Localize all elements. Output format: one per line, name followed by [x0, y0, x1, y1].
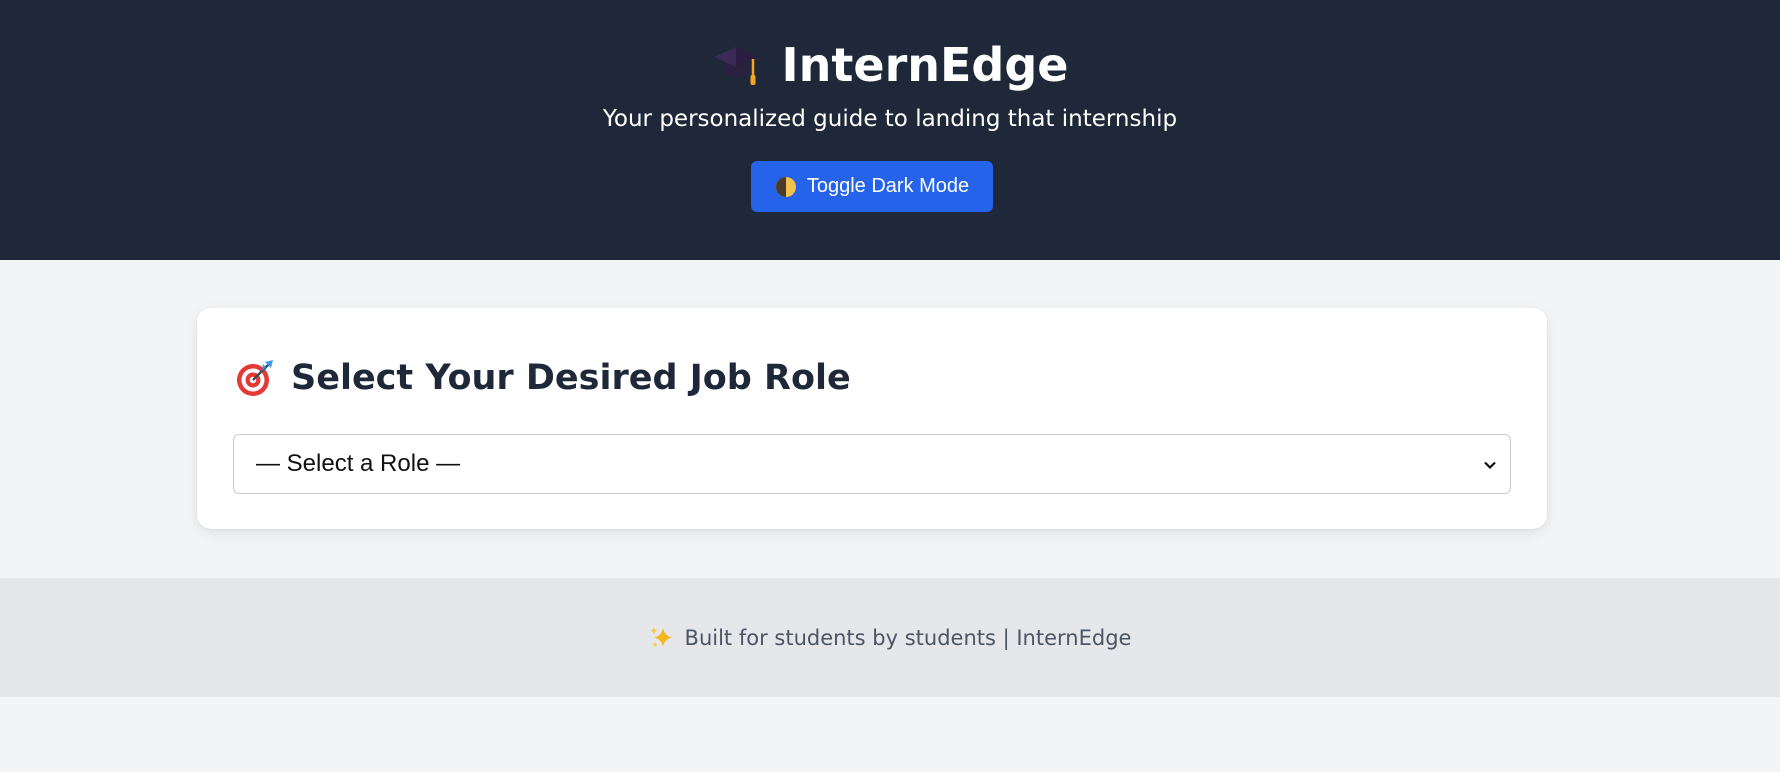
sparkle-icon — [649, 625, 675, 651]
role-selection-card: Select Your Desired Job Role — Select a … — [197, 308, 1547, 529]
target-icon — [235, 358, 275, 398]
app-title: InternEdge — [781, 38, 1069, 92]
toggle-dark-mode-button[interactable]: Toggle Dark Mode — [751, 161, 993, 212]
footer: Built for students by students | InternE… — [0, 578, 1780, 697]
page: InternEdge Your personalized guide to la… — [0, 0, 1780, 772]
header: InternEdge Your personalized guide to la… — [0, 0, 1780, 260]
footer-text: Built for students by students | InternE… — [684, 625, 1132, 650]
role-select-value: — Select a Role — — [256, 450, 461, 477]
card-heading: Select Your Desired Job Role — [235, 350, 851, 406]
graduation-cap-icon — [712, 39, 760, 91]
toggle-dark-mode-label: Toggle Dark Mode — [806, 175, 970, 197]
role-select[interactable]: — Select a Role — — [233, 434, 1511, 494]
card-title: Select Your Desired Job Role — [291, 358, 851, 398]
brand: InternEdge — [0, 34, 1780, 96]
tagline: Your personalized guide to landing that … — [602, 106, 1178, 132]
half-circle-icon — [775, 176, 797, 198]
